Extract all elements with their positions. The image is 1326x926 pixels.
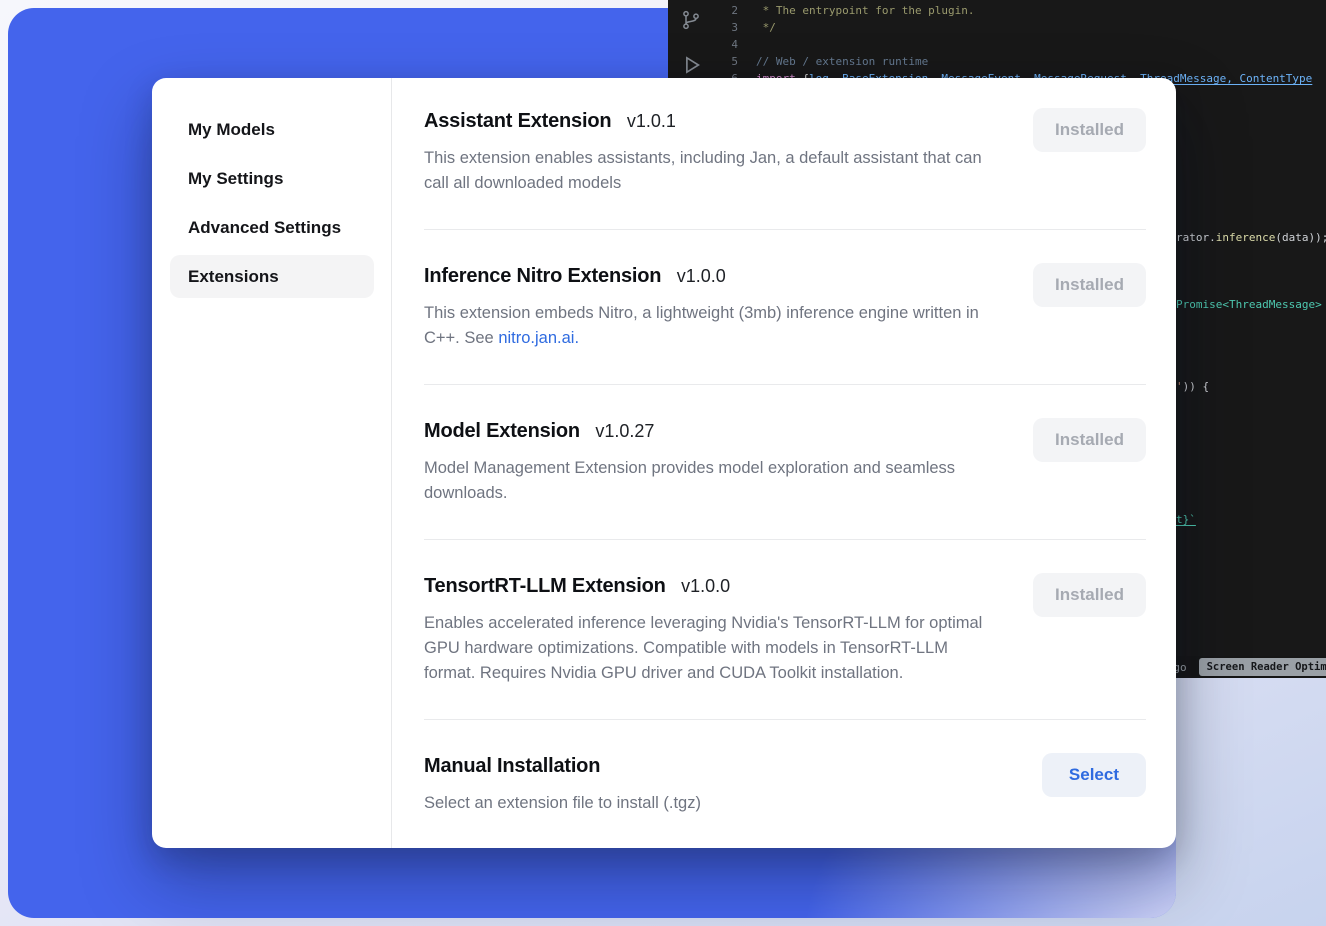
- extension-version: v1.0.27: [595, 421, 654, 441]
- sidebar-item-my-settings[interactable]: My Settings: [170, 157, 374, 200]
- select-file-button[interactable]: Select: [1042, 753, 1146, 797]
- extension-name: Assistant Extension: [424, 110, 611, 132]
- code-line: 2 * The entrypoint for the plugin.: [714, 2, 1326, 19]
- extension-description: Enables accelerated inference leveraging…: [424, 611, 1002, 686]
- code-line: 5 // Web / extension runtime: [714, 53, 1326, 70]
- extension-info: Inference Nitro Extension v1.0.0 This ex…: [424, 263, 1002, 351]
- installed-button[interactable]: Installed: [1033, 418, 1146, 462]
- extension-name: TensortRT-LLM Extension: [424, 575, 666, 597]
- line-number: 3: [714, 19, 738, 36]
- extension-name: Inference Nitro Extension: [424, 265, 661, 287]
- extension-name: Model Extension: [424, 420, 580, 442]
- code-text: // Web / extension runtime: [756, 53, 928, 70]
- code-fragment: ')) {: [1176, 379, 1209, 394]
- code-text: */: [756, 19, 776, 36]
- extension-version: v1.0.1: [627, 111, 676, 131]
- extension-info: Manual Installation Select an extension …: [424, 753, 701, 816]
- extension-info: TensortRT-LLM Extension v1.0.0 Enables a…: [424, 573, 1002, 686]
- sidebar-item-my-models[interactable]: My Models: [170, 108, 374, 151]
- code-fragment: Promise<ThreadMessage>: [1176, 297, 1322, 312]
- extension-description: This extension enables assistants, inclu…: [424, 146, 1002, 196]
- nitro-jan-ai-link[interactable]: nitro.jan.ai.: [498, 329, 579, 347]
- extension-description: This extension embeds Nitro, a lightweig…: [424, 301, 1002, 351]
- code-line: 3 */: [714, 19, 1326, 36]
- extension-row-model: Model Extension v1.0.27 Model Management…: [424, 385, 1146, 540]
- page: 2 * The entrypoint for the plugin. 3 */ …: [0, 0, 1326, 926]
- extension-info: Assistant Extension v1.0.1 This extensio…: [424, 108, 1002, 196]
- installed-button[interactable]: Installed: [1033, 573, 1146, 617]
- sidebar-item-advanced-settings[interactable]: Advanced Settings: [170, 206, 374, 249]
- manual-installation-row: Manual Installation Select an extension …: [424, 720, 1146, 848]
- extension-row-nitro: Inference Nitro Extension v1.0.0 This ex…: [424, 230, 1146, 385]
- line-number: 5: [714, 53, 738, 70]
- run-debug-icon[interactable]: [680, 54, 702, 76]
- source-control-icon[interactable]: [681, 10, 701, 30]
- extension-row-assistant: Assistant Extension v1.0.1 This extensio…: [424, 108, 1146, 230]
- code-line: 4: [714, 36, 1326, 53]
- code-fragment: rator.inference(data));: [1176, 230, 1326, 245]
- extension-row-tensorrt: TensortRT-LLM Extension v1.0.0 Enables a…: [424, 540, 1146, 720]
- extension-version: v1.0.0: [677, 266, 726, 286]
- code-text: * The entrypoint for the plugin.: [756, 2, 975, 19]
- code-lines: 2 * The entrypoint for the plugin. 3 */ …: [714, 2, 1326, 87]
- line-number: 4: [714, 36, 738, 53]
- extensions-panel: Assistant Extension v1.0.1 This extensio…: [392, 78, 1176, 848]
- settings-modal: My Models My Settings Advanced Settings …: [152, 78, 1176, 848]
- screen-reader-badge[interactable]: Screen Reader Optimized: [1199, 658, 1326, 676]
- manual-installation-title: Manual Installation: [424, 755, 600, 777]
- extension-description: Model Management Extension provides mode…: [424, 456, 1002, 506]
- extension-version: v1.0.0: [681, 576, 730, 596]
- sidebar-item-extensions[interactable]: Extensions: [170, 255, 374, 298]
- extension-info: Model Extension v1.0.27 Model Management…: [424, 418, 1002, 506]
- manual-installation-description: Select an extension file to install (.tg…: [424, 791, 701, 816]
- installed-button[interactable]: Installed: [1033, 263, 1146, 307]
- installed-button[interactable]: Installed: [1033, 108, 1146, 152]
- settings-sidebar: My Models My Settings Advanced Settings …: [152, 78, 392, 848]
- code-fragment: t}`: [1176, 512, 1196, 527]
- line-number: 2: [714, 2, 738, 19]
